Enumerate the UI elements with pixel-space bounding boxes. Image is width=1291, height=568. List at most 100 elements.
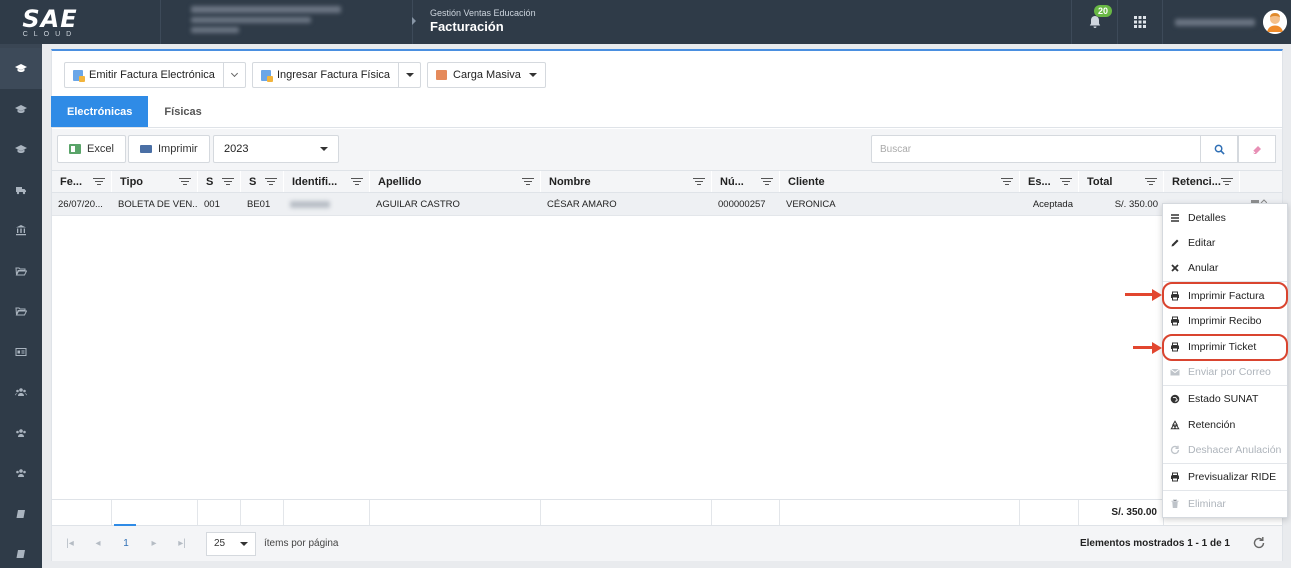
invoice-icon — [73, 69, 85, 82]
menu-item-enviar-correo[interactable]: Enviar por Correo — [1163, 360, 1287, 384]
sidebar-item-education-2[interactable] — [0, 89, 42, 130]
sidebar-item-folder-1[interactable] — [0, 251, 42, 292]
column-header-fecha[interactable]: Fe... — [52, 171, 112, 192]
filter-icon[interactable] — [351, 177, 363, 186]
logo[interactable]: SAE CLOUD — [0, 0, 160, 44]
current-page-number[interactable]: 1 — [112, 524, 140, 549]
column-header-numero[interactable]: Nú... — [712, 171, 780, 192]
menu-item-label: Enviar por Correo — [1188, 366, 1271, 378]
next-page-icon[interactable]: ▸ — [140, 538, 168, 549]
first-page-icon[interactable]: |◂ — [56, 538, 84, 549]
column-label: Fe... — [60, 175, 83, 188]
company-selector[interactable] — [160, 0, 413, 44]
column-header-tipo[interactable]: Tipo — [112, 171, 198, 192]
menu-item-previsualizar-ride[interactable]: Previsualizar RIDE — [1163, 465, 1287, 489]
emitir-factura-dropdown[interactable] — [222, 63, 245, 87]
filter-icon[interactable] — [222, 177, 234, 186]
menu-item-editar[interactable]: Editar — [1163, 231, 1287, 255]
ingresar-factura-dropdown[interactable] — [398, 63, 420, 87]
carga-masiva-button[interactable]: Carga Masiva — [427, 62, 546, 88]
footer-cell — [112, 500, 198, 525]
sidebar-item-users-2[interactable] — [0, 413, 42, 454]
sidebar-item-bank[interactable] — [0, 210, 42, 251]
menu-item-deshacer-anulacion[interactable]: Deshacer Anulación — [1163, 438, 1287, 462]
menu-item-label: Deshacer Anulación — [1188, 444, 1282, 456]
apps-button[interactable] — [1117, 0, 1163, 44]
sidebar-item-id-card[interactable] — [0, 332, 42, 373]
notifications-button[interactable]: 20 — [1071, 0, 1117, 44]
filter-icon[interactable] — [93, 177, 105, 186]
column-header-estado[interactable]: Es... — [1020, 171, 1079, 192]
users-icon — [16, 469, 26, 478]
printer-icon — [140, 145, 152, 153]
sidebar-item-transport[interactable] — [0, 170, 42, 211]
menu-item-detalles[interactable]: Detalles — [1163, 206, 1287, 230]
user-avatar-icon — [1263, 10, 1287, 34]
chevron-down-icon — [230, 69, 238, 78]
menu-item-anular[interactable]: Anular — [1163, 256, 1287, 280]
search-input[interactable] — [871, 135, 1202, 163]
logo-subtext: CLOUD — [22, 30, 78, 38]
carga-masiva-label: Carga Masiva — [453, 69, 521, 81]
print-button[interactable]: Imprimir — [128, 135, 210, 163]
tab-fisicas[interactable]: Físicas — [148, 96, 217, 127]
sidebar-item-book-1[interactable] — [0, 494, 42, 535]
refresh-icon[interactable] — [1252, 536, 1266, 550]
filter-icon[interactable] — [1221, 177, 1233, 186]
column-header-retencion[interactable]: Retenci... — [1164, 171, 1240, 192]
menu-item-retencion[interactable]: Retención — [1163, 413, 1287, 437]
column-header-cliente[interactable]: Cliente — [780, 171, 1020, 192]
sidebar-item-users-3[interactable] — [0, 453, 42, 494]
caret-down-icon — [240, 541, 248, 546]
excel-export-button[interactable]: Excel — [57, 135, 126, 163]
menu-item-estado-sunat[interactable]: Estado SUNAT — [1163, 387, 1287, 411]
column-header-apellido[interactable]: Apellido — [370, 171, 541, 192]
ingresar-factura-button[interactable]: Ingresar Factura Física — [253, 63, 398, 87]
grid-header: Fe... Tipo S S Identifi... Apellido Nomb… — [52, 171, 1282, 193]
cell-tipo: BOLETA DE VEN... — [118, 198, 198, 210]
filter-icon[interactable] — [1145, 177, 1157, 186]
emitir-factura-button[interactable]: Emitir Factura Electrónica — [65, 63, 223, 87]
pager: |◂ ◂ 1 ▸ ▸| 25 ítems por página Elemento… — [52, 524, 1282, 561]
cell-fecha: 26/07/20... — [58, 198, 103, 210]
filter-icon[interactable] — [1060, 177, 1072, 186]
avatar — [1263, 10, 1287, 34]
page-size-select[interactable]: 25 — [206, 531, 256, 556]
column-header-identificacion[interactable]: Identifi... — [284, 171, 370, 192]
filter-icon[interactable] — [522, 177, 534, 186]
top-bar: SAE CLOUD Gestión Ventas Educación Factu… — [0, 0, 1291, 44]
tab-electronicas[interactable]: Electrónicas — [51, 96, 149, 127]
prev-page-icon[interactable]: ◂ — [84, 538, 112, 549]
filter-icon[interactable] — [761, 177, 773, 186]
user-name-redacted — [1175, 18, 1255, 26]
cell-identificacion — [284, 193, 370, 215]
sidebar-item-education[interactable] — [0, 48, 42, 89]
pencil-icon — [1170, 238, 1180, 248]
filter-icon[interactable] — [693, 177, 705, 186]
column-header-serie-2[interactable]: S — [241, 171, 284, 192]
sidebar-item-book-2[interactable] — [0, 534, 42, 568]
filter-icon[interactable] — [265, 177, 277, 186]
filter-icon[interactable] — [1001, 177, 1013, 186]
user-menu[interactable] — [1163, 0, 1291, 44]
menu-item-eliminar[interactable]: Eliminar — [1163, 492, 1287, 516]
cell-nombre: CÉSAR AMARO — [547, 198, 617, 210]
eraser-icon — [1252, 146, 1261, 154]
column-header-nombre[interactable]: Nombre — [541, 171, 712, 192]
users-icon — [16, 428, 26, 437]
column-label: Nú... — [720, 175, 744, 188]
last-page-icon[interactable]: ▸| — [168, 538, 196, 549]
clear-search-button[interactable] — [1238, 135, 1276, 163]
search-button[interactable] — [1200, 135, 1238, 163]
sidebar-item-folder-2[interactable] — [0, 291, 42, 332]
column-header-serie-1[interactable]: S — [198, 171, 241, 192]
table-row[interactable]: 26/07/20... BOLETA DE VEN... 001 BE01 AG… — [52, 193, 1282, 216]
menu-item-imprimir-recibo[interactable]: Imprimir Recibo — [1163, 309, 1287, 333]
filter-icon[interactable] — [179, 177, 191, 186]
sidebar-item-education-3[interactable] — [0, 129, 42, 170]
year-select[interactable]: 2023 — [213, 135, 339, 163]
sidebar-item-users-1[interactable] — [0, 372, 42, 413]
page-title: Facturación — [430, 19, 504, 34]
column-header-total[interactable]: Total — [1079, 171, 1164, 192]
arrow-annotation-icon — [1125, 288, 1162, 301]
